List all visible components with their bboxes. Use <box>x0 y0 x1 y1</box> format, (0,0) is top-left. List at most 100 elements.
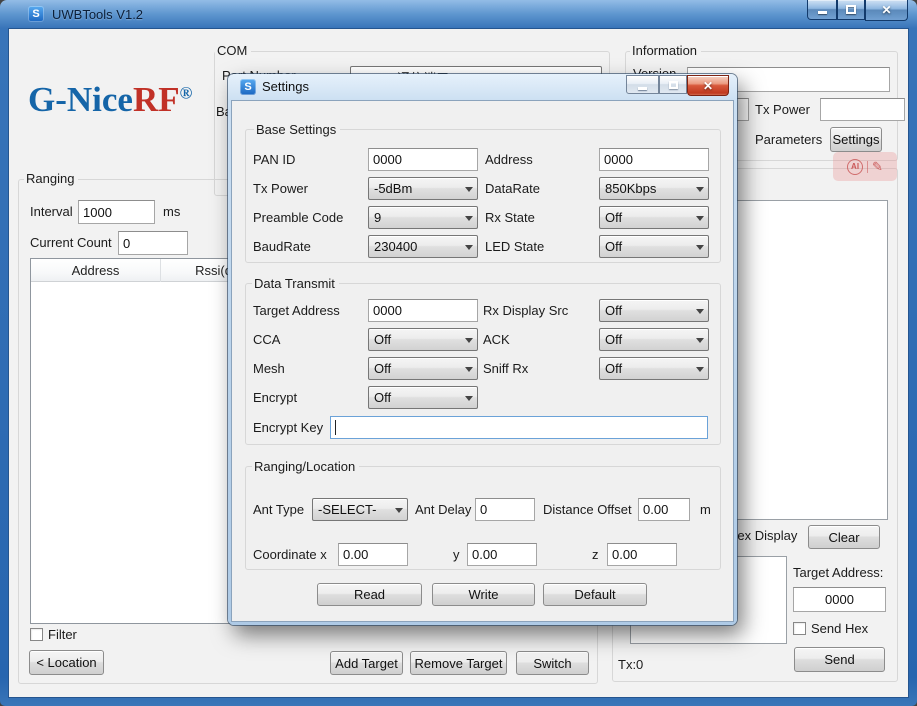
interval-input[interactable] <box>78 200 155 224</box>
watermark-divider <box>867 161 868 173</box>
dialog-title[interactable]: Settings <box>262 79 309 94</box>
dialog-app-icon: S <box>240 79 256 95</box>
ant-type-label: Ant Type <box>253 498 304 521</box>
minimize-icon <box>818 11 827 14</box>
baudrate-select[interactable]: 230400 <box>368 235 478 258</box>
ack-value: Off <box>600 332 691 347</box>
coordinate-z-input[interactable] <box>607 543 677 566</box>
sniff-rx-label: Sniff Rx <box>483 357 528 380</box>
default-button[interactable]: Default <box>543 583 647 606</box>
dropdown-arrow-icon <box>691 300 708 321</box>
coordinate-z-label: z <box>592 543 599 566</box>
coordinate-x-input[interactable] <box>338 543 408 566</box>
settings-button[interactable]: Settings <box>830 127 882 152</box>
location-button[interactable]: < Location <box>29 650 104 675</box>
filter-label: Filter <box>48 623 77 646</box>
com-group-label: COM <box>215 43 251 58</box>
data-transmit-label: Data Transmit <box>252 276 339 291</box>
dropdown-arrow-icon <box>460 329 477 350</box>
mesh-label: Mesh <box>253 357 285 380</box>
app-icon: S <box>28 6 44 22</box>
baudrate-value: 230400 <box>369 239 460 254</box>
address-label: Address <box>485 148 533 171</box>
tx-power-select[interactable]: -5dBm <box>368 177 478 200</box>
preamble-code-label: Preamble Code <box>253 206 343 229</box>
interval-label: Interval <box>30 200 73 223</box>
dropdown-arrow-icon <box>691 329 708 350</box>
ant-delay-input[interactable] <box>475 498 535 521</box>
maximize-button[interactable] <box>837 0 865 20</box>
rx-state-label: Rx State <box>485 206 535 229</box>
dropdown-arrow-icon <box>691 178 708 199</box>
encrypt-key-label: Encrypt Key <box>253 416 323 439</box>
logo-blue-text: G-Nice <box>28 80 133 119</box>
add-target-button[interactable]: Add Target <box>330 651 403 675</box>
encrypt-select[interactable]: Off <box>368 386 478 409</box>
rx-display-src-label: Rx Display Src <box>483 299 568 322</box>
tx-power-label: Tx Power <box>755 98 810 121</box>
tx-power-field[interactable] <box>820 98 905 121</box>
window-title: UWBTools V1.2 <box>52 7 143 22</box>
send-button[interactable]: Send <box>794 647 885 672</box>
close-button[interactable]: ✕ <box>865 0 908 21</box>
dropdown-arrow-icon <box>460 207 477 228</box>
target-address-dlg-input[interactable] <box>368 299 478 322</box>
baudrate-label: BaudRate <box>253 235 311 258</box>
ant-delay-label: Ant Delay <box>415 498 471 521</box>
rx-display-src-select[interactable]: Off <box>599 299 709 322</box>
preamble-code-value: 9 <box>369 210 460 225</box>
datarate-value: 850Kbps <box>600 181 691 196</box>
ant-type-select[interactable]: -SELECT- <box>312 498 408 521</box>
clear-button[interactable]: Clear <box>808 525 880 549</box>
encrypt-label: Encrypt <box>253 386 297 409</box>
current-count-input[interactable] <box>118 231 188 255</box>
main-window: S UWBTools V1.2 ✕ G-NiceRF® COM Port Num… <box>0 0 917 706</box>
ack-select[interactable]: Off <box>599 328 709 351</box>
target-address-dlg-label: Target Address <box>253 299 340 322</box>
remove-target-button[interactable]: Remove Target <box>410 651 507 675</box>
encrypt-value: Off <box>369 390 460 405</box>
dialog-minimize-button[interactable] <box>626 75 659 94</box>
filter-checkbox[interactable] <box>30 628 43 641</box>
text-caret <box>335 420 336 435</box>
dropdown-arrow-icon <box>691 358 708 379</box>
coordinate-y-input[interactable] <box>467 543 537 566</box>
datarate-select[interactable]: 850Kbps <box>599 177 709 200</box>
ant-type-value: -SELECT- <box>313 502 390 517</box>
rx-display-src-value: Off <box>600 303 691 318</box>
distance-unit-label: m <box>700 498 711 521</box>
close-icon: ✕ <box>703 77 713 95</box>
ranging-group-label: Ranging <box>24 171 78 186</box>
mesh-value: Off <box>369 361 460 376</box>
switch-button[interactable]: Switch <box>516 651 589 675</box>
led-state-select[interactable]: Off <box>599 235 709 258</box>
ai-icon: AI <box>847 159 863 175</box>
cca-select[interactable]: Off <box>368 328 478 351</box>
tx-count-label: Tx:0 <box>618 653 643 676</box>
mesh-select[interactable]: Off <box>368 357 478 380</box>
close-icon: ✕ <box>881 1 891 19</box>
led-state-value: Off <box>600 239 691 254</box>
encrypt-key-input[interactable] <box>330 416 708 439</box>
write-button[interactable]: Write <box>432 583 535 606</box>
column-header-address[interactable]: Address <box>31 259 161 282</box>
dialog-maximize-button[interactable] <box>659 75 687 94</box>
send-hex-checkbox[interactable] <box>793 622 806 635</box>
read-button[interactable]: Read <box>317 583 422 606</box>
preamble-code-select[interactable]: 9 <box>368 206 478 229</box>
dropdown-arrow-icon <box>460 358 477 379</box>
dialog-close-button[interactable]: ✕ <box>687 75 729 96</box>
target-address-label: Target Address: <box>793 561 883 584</box>
maximize-icon <box>669 81 678 89</box>
target-address-input[interactable] <box>793 587 886 612</box>
address-input[interactable] <box>599 148 709 171</box>
minimize-button[interactable] <box>807 0 837 20</box>
distance-offset-input[interactable] <box>638 498 690 521</box>
logo-registered-mark: ® <box>180 83 193 102</box>
dropdown-arrow-icon <box>691 236 708 257</box>
sniff-rx-select[interactable]: Off <box>599 357 709 380</box>
pan-id-input[interactable] <box>368 148 478 171</box>
rx-state-select[interactable]: Off <box>599 206 709 229</box>
coordinate-y-label: y <box>453 543 460 566</box>
rx-state-value: Off <box>600 210 691 225</box>
